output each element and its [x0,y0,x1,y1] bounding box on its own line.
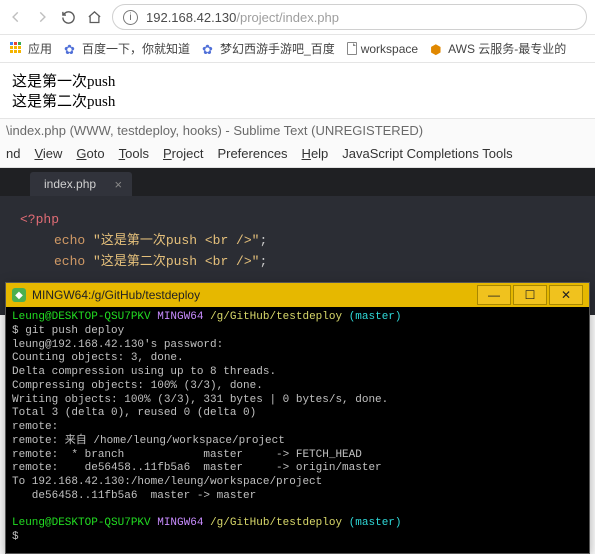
prompt-branch: (master) [349,517,402,529]
address-bar[interactable]: i 192.168.42.130/project/index.php [112,4,587,30]
menu-preferences[interactable]: Preferences [217,146,287,161]
code-string: "这是第一次push <br />" [93,233,259,248]
browser-toolbar: i 192.168.42.130/project/index.php [0,0,595,35]
code-keyword: echo [54,254,85,269]
terminal-title-text: MINGW64:/g/GitHub/testdeploy [32,288,200,302]
terminal-titlebar[interactable]: ◆ MINGW64:/g/GitHub/testdeploy — ☐ ✕ [6,283,589,307]
url-text: 192.168.42.130/project/index.php [146,10,339,25]
menu-project[interactable]: Project [163,146,203,161]
close-button[interactable]: ✕ [549,285,583,305]
tab-indexphp[interactable]: index.php × [30,172,132,196]
minimize-button[interactable]: — [477,285,511,305]
prompt-env: MINGW64 [157,517,203,529]
nav-forward-icon[interactable] [34,9,50,25]
prompt-user: Leung@DESKTOP-QSU7PKV [12,311,151,323]
terminal-body[interactable]: Leung@DESKTOP-QSU7PKV MINGW64 /g/GitHub/… [6,307,589,553]
menu-tools[interactable]: Tools [119,146,149,161]
tab-label: index.php [44,177,96,191]
bookmark-label: 梦幻西游手游吧_百度 [220,40,335,57]
terminal-logo-icon: ◆ [12,288,26,302]
menu-view[interactable]: View [34,146,62,161]
menu-find[interactable]: nd [6,146,20,161]
apps-icon [10,42,24,56]
code-punc: ; [259,233,267,248]
nav-back-icon[interactable] [8,9,24,25]
bookmark-mhxy[interactable]: ✿ 梦幻西游手游吧_百度 [202,40,335,57]
document-icon [347,42,357,55]
code-punc: ; [259,254,267,269]
site-info-icon[interactable]: i [123,10,138,25]
prompt-path: /g/GitHub/testdeploy [210,311,342,323]
cube-icon: ⬢ [430,42,444,56]
sublime-tabstrip: index.php × [0,168,595,196]
bookmark-apps[interactable]: 应用 [10,40,52,57]
bookmark-label: 百度一下，你就知道 [82,40,190,57]
reload-icon[interactable] [60,9,76,25]
page-content: 这是第一次push 这是第二次push [0,63,595,118]
terminal-window: ◆ MINGW64:/g/GitHub/testdeploy — ☐ ✕ Leu… [5,282,590,554]
prompt-branch: (master) [349,311,402,323]
sublime-titlebar: \index.php (WWW, testdeploy, hooks) - Su… [0,118,595,144]
code-keyword: echo [54,233,85,248]
code-token: <?php [20,212,59,227]
close-icon[interactable]: × [114,177,122,192]
prompt-dollar: $ [12,325,19,337]
bookmark-workspace[interactable]: workspace [347,42,418,56]
paw-icon: ✿ [64,42,78,56]
sublime-menubar: nd View Goto Tools Project Preferences H… [0,144,595,168]
bookmark-label: 应用 [28,40,52,57]
menu-goto[interactable]: Goto [76,146,104,161]
bookmark-label: workspace [361,42,418,56]
prompt-path: /g/GitHub/testdeploy [210,517,342,529]
maximize-button[interactable]: ☐ [513,285,547,305]
terminal-output: leung@192.168.42.130's password: Countin… [12,339,388,502]
bookmark-baidu[interactable]: ✿ 百度一下，你就知道 [64,40,190,57]
prompt-env: MINGW64 [157,311,203,323]
home-icon[interactable] [86,9,102,25]
page-line: 这是第二次push [12,93,583,113]
terminal-command: git push deploy [25,325,124,337]
menu-help[interactable]: Help [302,146,329,161]
prompt-dollar: $ [12,531,19,543]
bookmark-aws[interactable]: ⬢ AWS 云服务-最专业的 [430,40,566,57]
menu-jsc[interactable]: JavaScript Completions Tools [342,146,512,161]
bookmarks-bar: 应用 ✿ 百度一下，你就知道 ✿ 梦幻西游手游吧_百度 workspace ⬢ … [0,35,595,63]
code-string: "这是第二次push <br />" [93,254,259,269]
prompt-user: Leung@DESKTOP-QSU7PKV [12,517,151,529]
page-line: 这是第一次push [12,73,583,93]
paw-icon: ✿ [202,42,216,56]
bookmark-label: AWS 云服务-最专业的 [448,40,566,57]
